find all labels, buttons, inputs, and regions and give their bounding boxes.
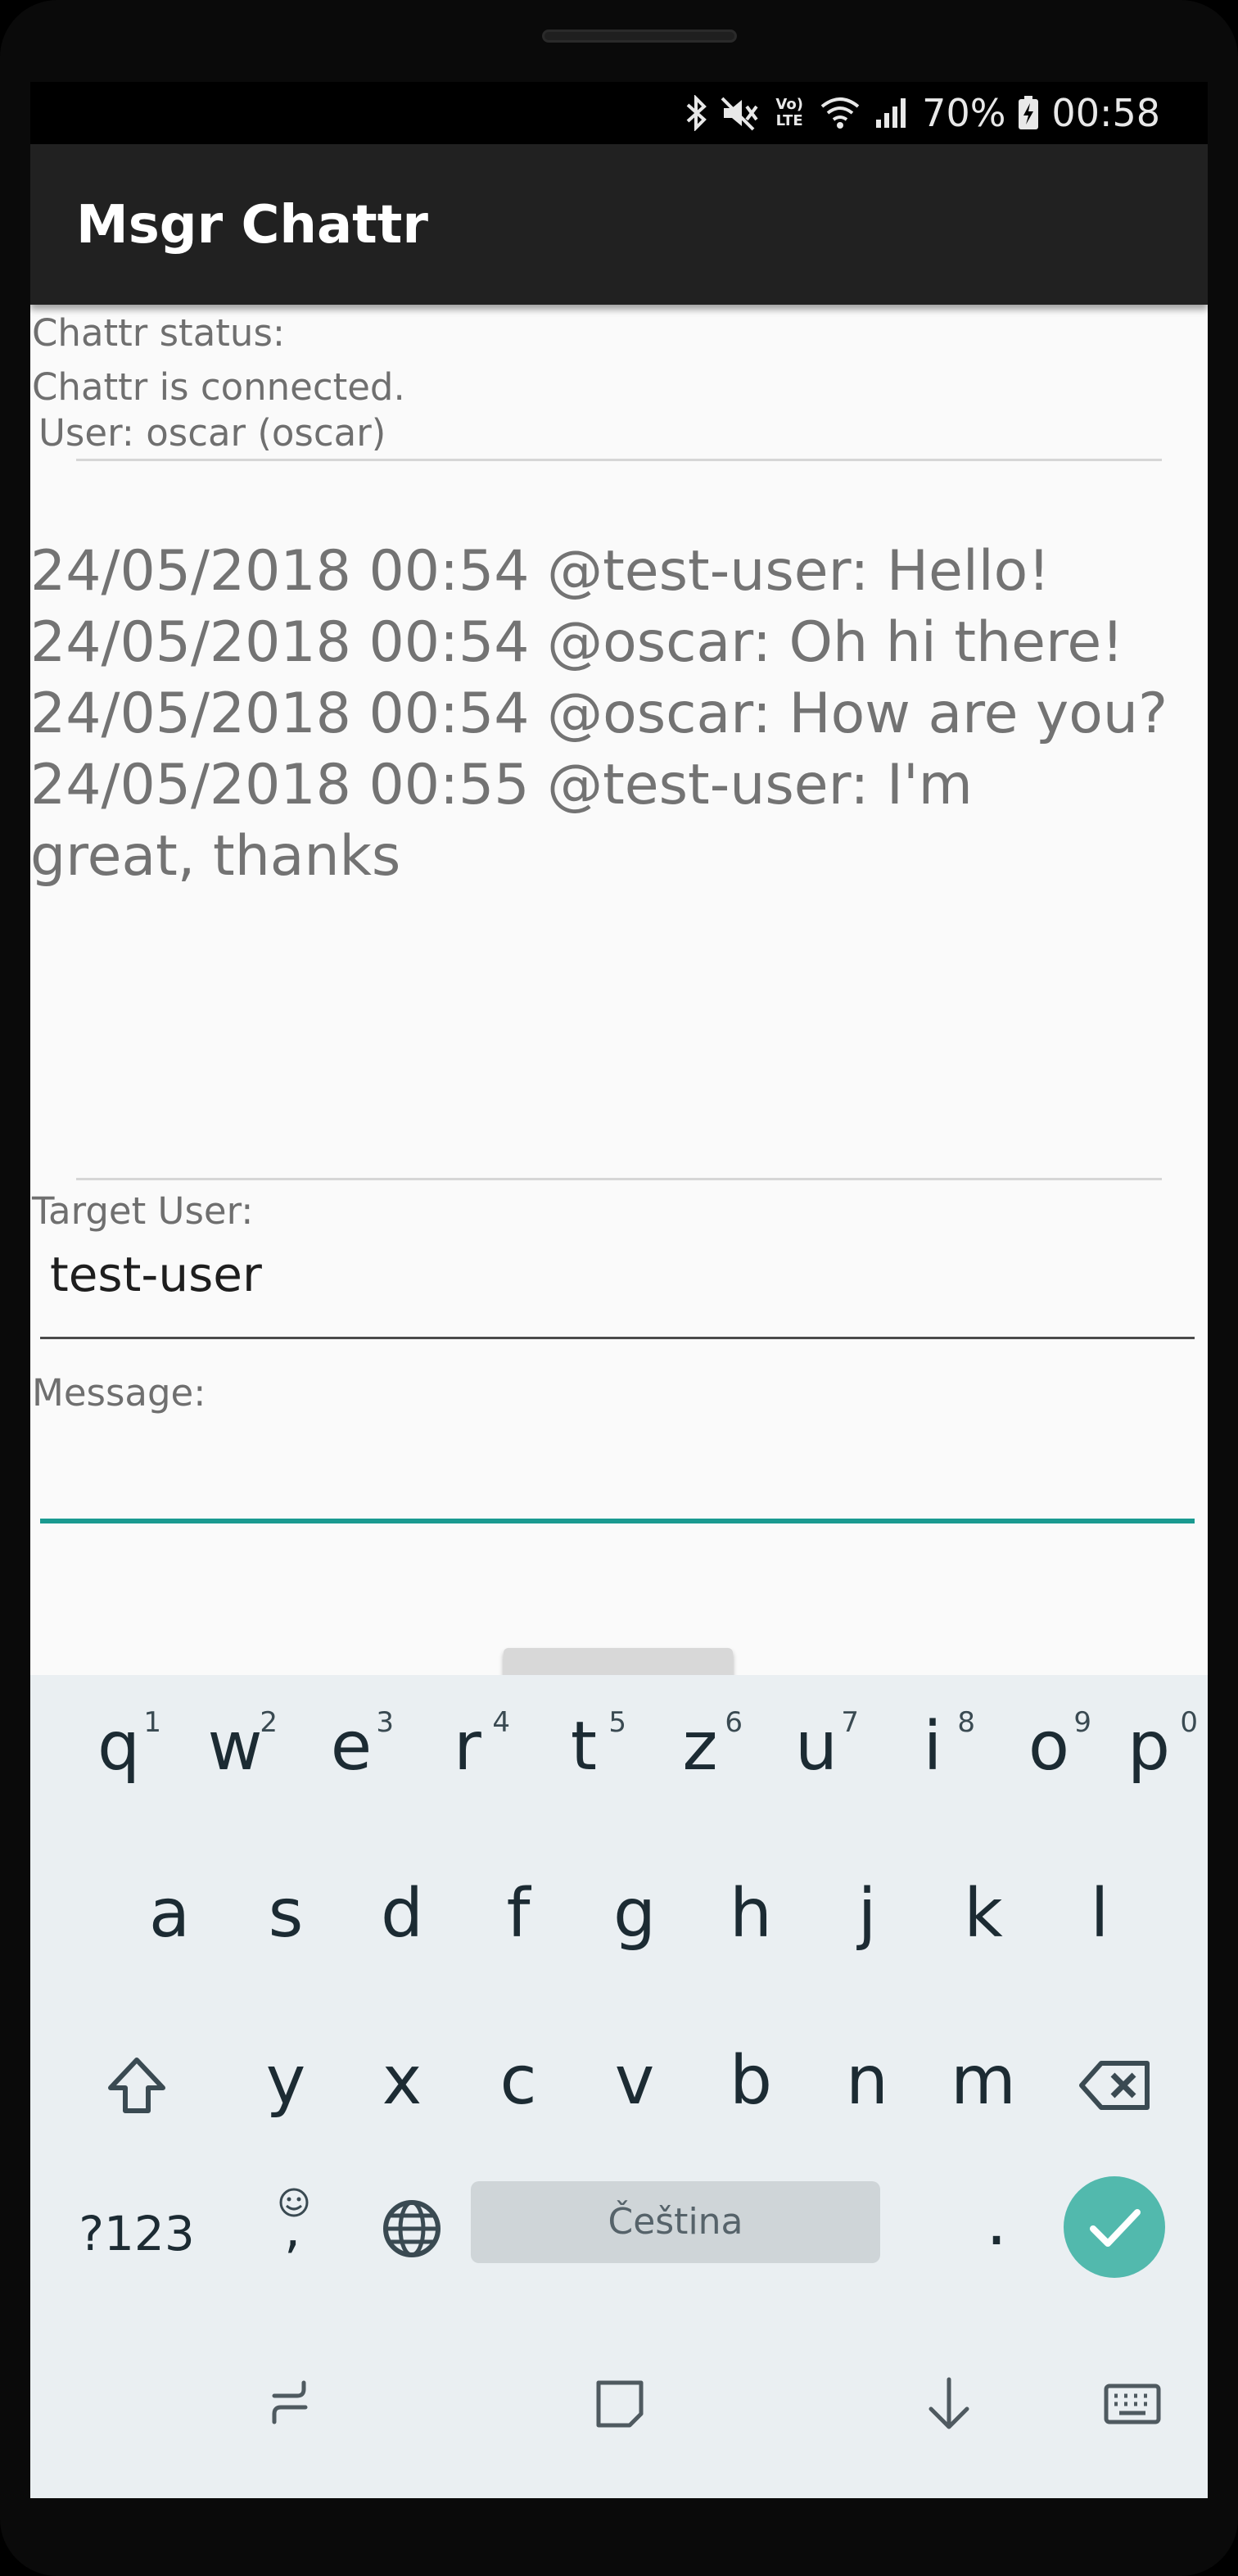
key-o[interactable]: o9 [1000,1706,1098,1786]
app-bar: Msgr Chattr [30,144,1208,305]
key-number: 0 [1180,1706,1198,1739]
key-number: 5 [608,1706,626,1739]
status-label: Chattr status: [32,311,286,355]
key-r[interactable]: r4 [418,1706,517,1786]
key-i[interactable]: i8 [883,1706,982,1786]
key-m[interactable]: m [934,2042,1032,2120]
key-label: z [682,1708,718,1786]
key-y[interactable]: y [237,2042,335,2120]
home-icon[interactable] [587,2371,653,2437]
space-bar[interactable]: Čeština [471,2181,880,2263]
clock: 00:58 [1051,91,1160,135]
key-g[interactable]: g [585,1875,684,1953]
key-label: t [570,1708,598,1786]
enter-key[interactable] [1064,2176,1165,2278]
key-label: e [330,1708,373,1786]
key-t[interactable]: t5 [535,1706,633,1786]
chat-log[interactable]: 24/05/2018 00:54 @test-user: Hello! 24/0… [30,536,1177,892]
emoji-comma-key[interactable]: , [245,2175,343,2281]
key-c[interactable]: c [469,2042,567,2120]
key-label: w [207,1708,263,1786]
key-label: q [97,1708,141,1786]
key-z[interactable]: z6 [651,1706,749,1786]
screen: Vo) LTE 70% 00:58 Msgr Chattr Chattr sta… [30,82,1208,2498]
connection-status: Chattr is connected. [32,365,405,409]
key-number: 3 [376,1706,394,1739]
key-v[interactable]: v [585,2042,684,2120]
soft-keyboard: q1 w2 e3 r4 t5 z6 u7 i8 o9 p0 a s d f g … [30,1675,1208,2498]
key-label: i [923,1708,942,1786]
key-number: 2 [260,1706,278,1739]
status-icons: Vo) LTE 70% 00:58 [685,85,1160,141]
status-divider [76,459,1162,461]
app-title: Msgr Chattr [76,195,428,256]
key-label: p [1127,1708,1171,1786]
target-user-value: test-user [50,1247,262,1302]
chat-message: 24/05/2018 00:54 @test-user: Hello! [30,539,1050,604]
signal-icon [876,98,906,128]
wifi-icon [820,97,860,129]
backspace-key[interactable] [1067,2042,1165,2135]
back-down-icon[interactable] [916,2371,982,2437]
key-number: 7 [841,1706,859,1739]
key-k[interactable]: k [934,1875,1032,1953]
message-label: Message: [32,1371,206,1415]
chat-message: 24/05/2018 00:54 @oscar: How are you? [30,681,1168,746]
target-user-field[interactable]: test-user [40,1247,1195,1320]
user-status: User: oscar (oscar) [38,411,386,455]
key-l[interactable]: l [1050,1875,1149,1953]
key-h[interactable]: h [702,1875,800,1953]
key-number: 6 [725,1706,743,1739]
shift-key[interactable] [88,2042,186,2135]
status-bar: Vo) LTE 70% 00:58 [30,82,1208,144]
recents-icon[interactable] [258,2371,323,2437]
key-p[interactable]: p0 [1100,1706,1198,1786]
target-user-underline [40,1337,1195,1339]
earpiece-speaker [542,29,737,43]
key-number: 1 [143,1706,161,1739]
battery-icon [1019,96,1039,129]
shift-icon [108,2058,165,2113]
key-e[interactable]: e3 [302,1706,400,1786]
key-j[interactable]: j [818,1875,916,1953]
target-user-label: Target User: [32,1189,254,1233]
checkmark-icon [1090,2209,1141,2247]
key-label: r [454,1708,481,1786]
key-f[interactable]: f [469,1875,567,1953]
message-underline [40,1519,1195,1523]
phone-frame: Vo) LTE 70% 00:58 Msgr Chattr Chattr sta… [0,0,1238,2576]
volte-icon: Vo) LTE [775,96,803,129]
period-key[interactable]: . [947,2183,1046,2261]
mute-icon [721,97,758,131]
key-number: 4 [492,1706,510,1739]
key-n[interactable]: n [818,2042,916,2120]
navigation-bar [30,2330,1208,2498]
key-d[interactable]: d [353,1875,451,1953]
chat-message: 24/05/2018 00:55 @test-user: I'm [30,753,973,817]
key-w[interactable]: w2 [186,1706,284,1786]
key-s[interactable]: s [237,1875,335,1953]
language-key[interactable] [363,2189,461,2278]
key-q[interactable]: q1 [70,1706,168,1786]
key-u[interactable]: u7 [767,1706,865,1786]
key-label: u [795,1708,838,1786]
battery-percent: 70% [922,91,1006,135]
key-number: 9 [1073,1706,1091,1739]
key-b[interactable]: b [702,2042,800,2120]
message-field[interactable] [40,1435,1195,1517]
bluetooth-icon [686,95,707,131]
symbols-key[interactable]: ?123 [63,2206,210,2261]
chat-divider [76,1178,1162,1180]
key-x[interactable]: x [353,2042,451,2120]
backspace-icon [1079,2061,1150,2110]
comma-label: , [284,2199,301,2260]
chat-message: 24/05/2018 00:54 @oscar: Oh hi there! [30,610,1124,675]
globe-icon [383,2200,441,2257]
key-number: 8 [957,1706,975,1739]
chat-message: great, thanks [30,824,401,889]
key-label: o [1028,1708,1070,1786]
keyboard-icon[interactable] [1100,2371,1165,2437]
key-a[interactable]: a [120,1875,219,1953]
